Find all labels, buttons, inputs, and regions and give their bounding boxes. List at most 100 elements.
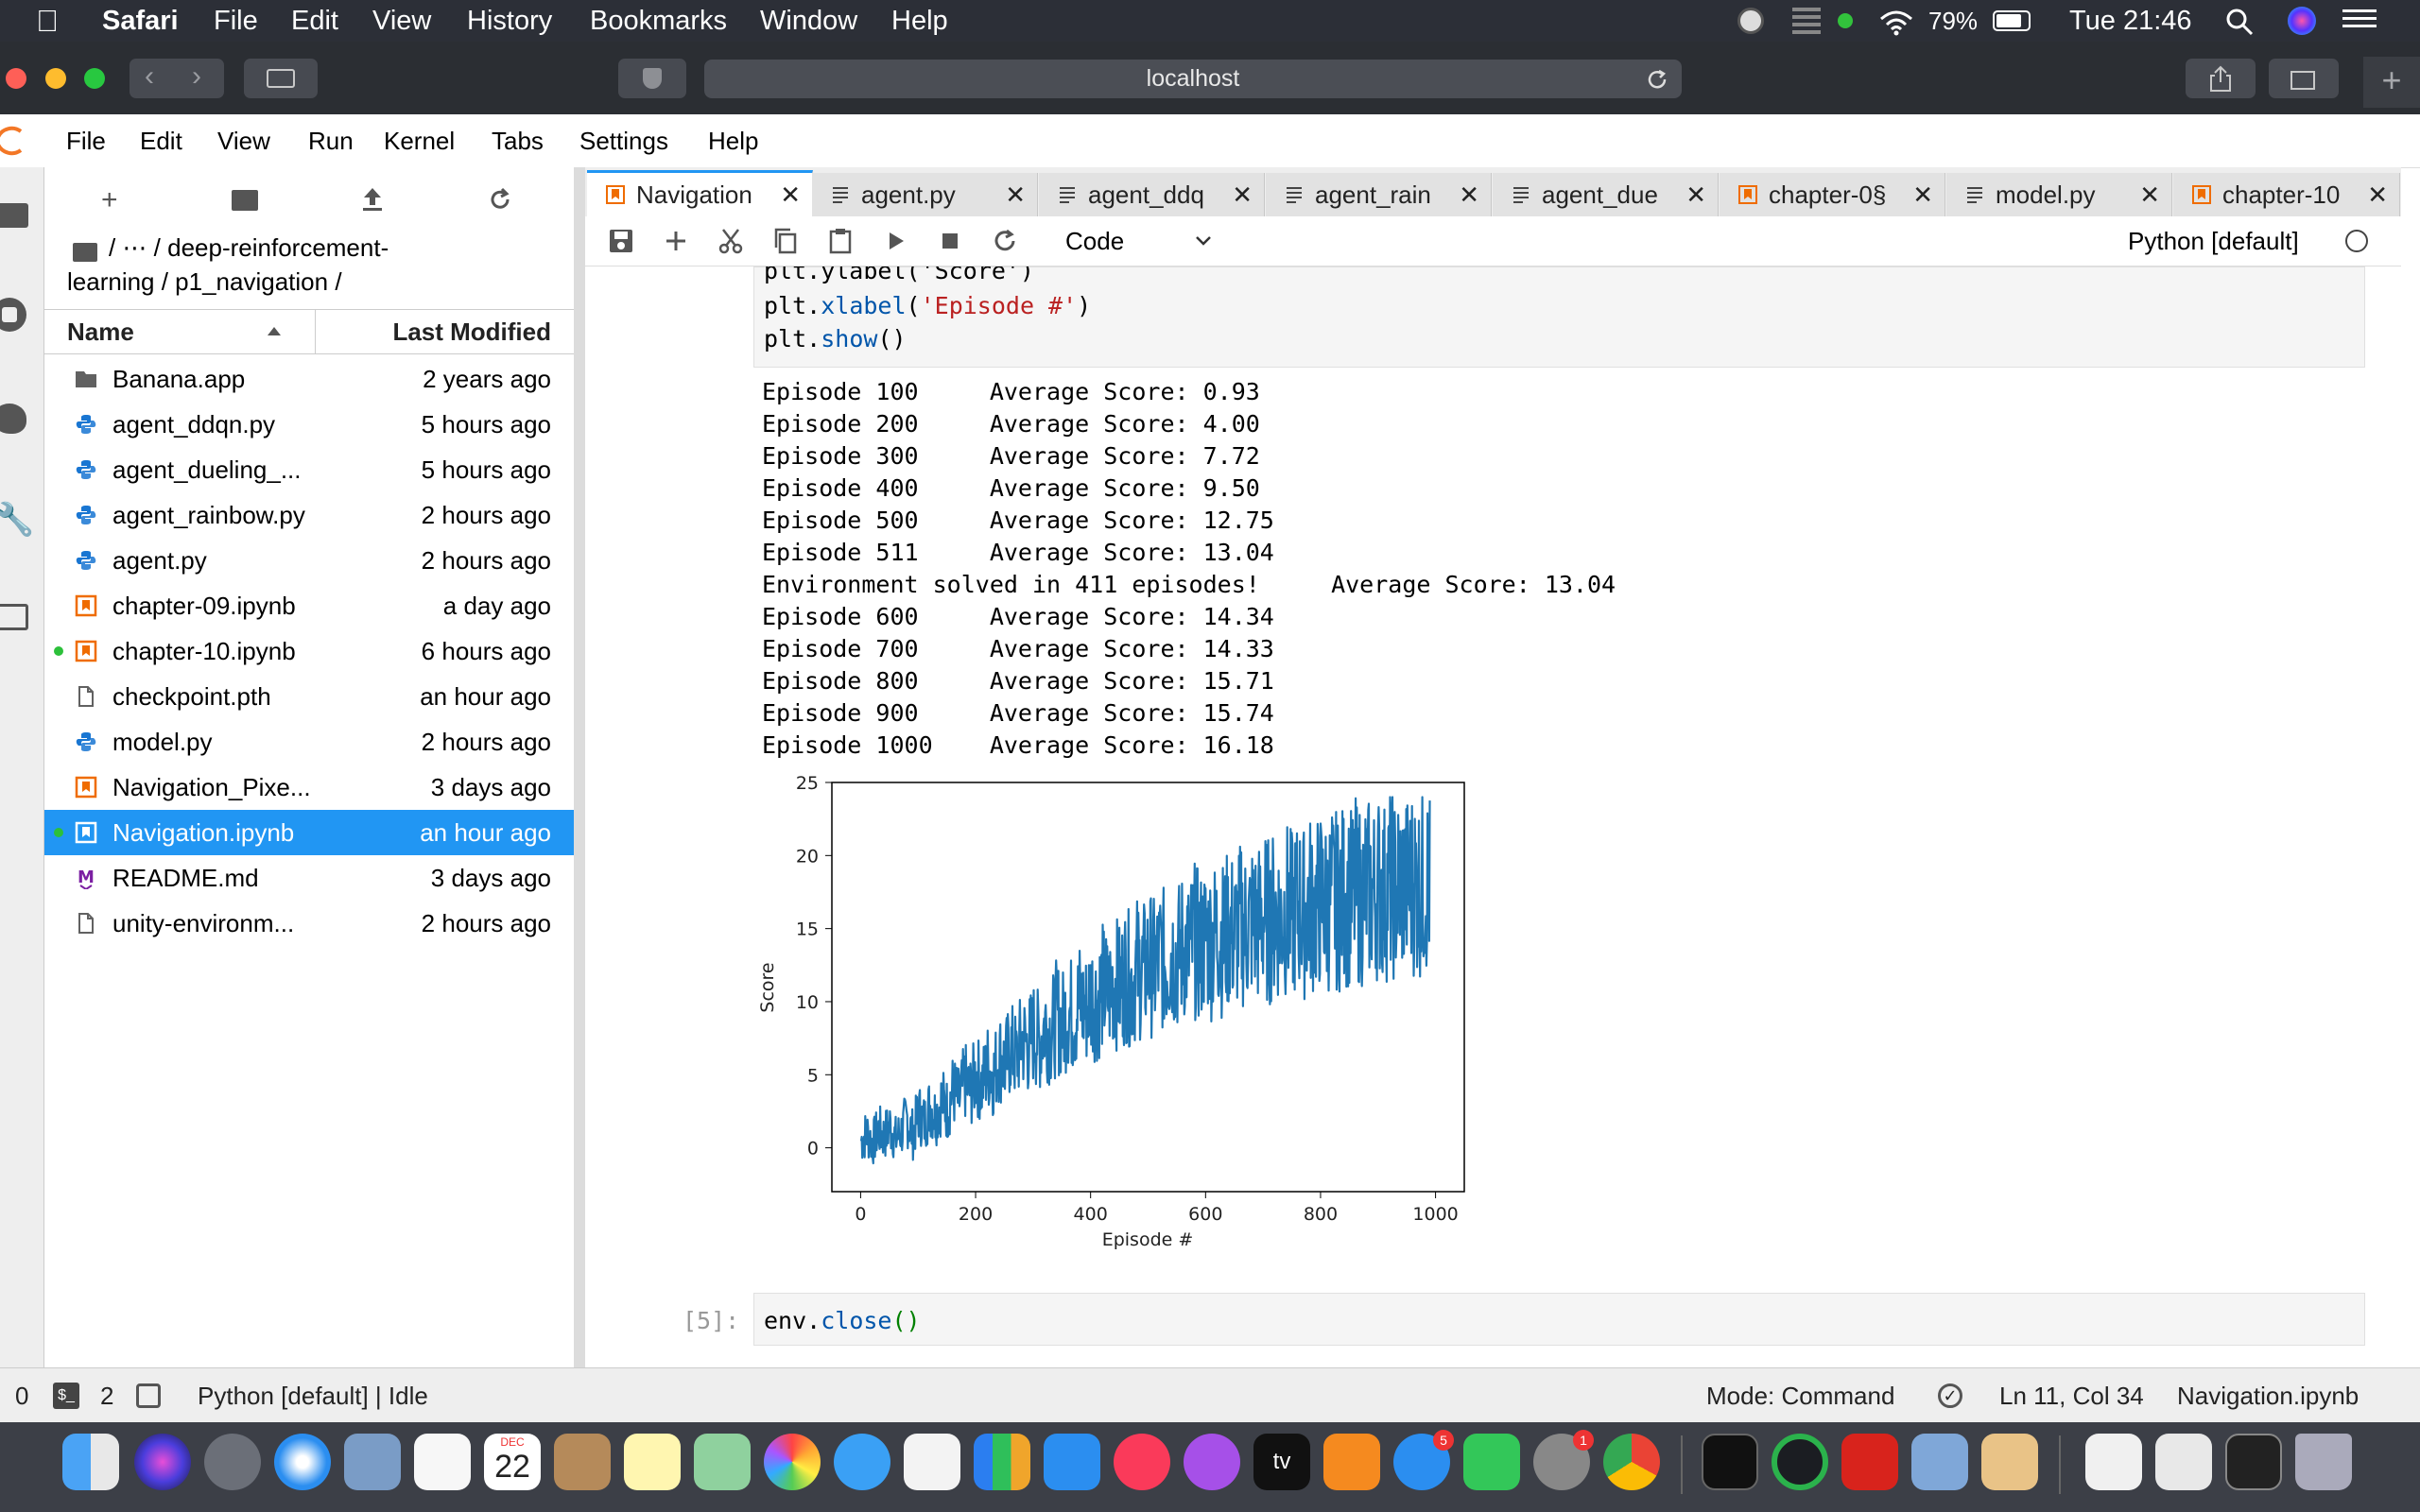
screenshot-icon[interactable] <box>2155 1434 2212 1490</box>
launchpad-icon[interactable] <box>204 1434 261 1490</box>
contacts-icon[interactable] <box>554 1434 611 1490</box>
modified-column-header[interactable]: Last Modified <box>392 310 551 353</box>
close-icon[interactable]: ✕ <box>1459 173 1479 216</box>
music-icon[interactable] <box>1114 1434 1170 1490</box>
installer-icon[interactable] <box>1981 1434 2038 1490</box>
pdf-document-icon[interactable] <box>2085 1434 2142 1490</box>
folder-tab-icon[interactable] <box>0 203 28 228</box>
chevron-down-icon[interactable] <box>1194 233 1213 249</box>
tab-2[interactable]: agent_ddq ✕ <box>1039 173 1265 216</box>
app-menu[interactable]: Safari <box>102 0 179 42</box>
file-row[interactable]: chapter-09.ipynb a day ago <box>44 583 574 628</box>
jmenu-help[interactable]: Help <box>708 114 758 167</box>
stop-kernel-icon[interactable] <box>935 226 965 256</box>
file-row[interactable]: agent.py 2 hours ago <box>44 538 574 583</box>
siri-dock-icon[interactable] <box>134 1434 191 1490</box>
menu-extra-icon[interactable] <box>1792 8 1821 34</box>
app-store-icon[interactable]: 5 <box>1393 1430 1454 1490</box>
file-row[interactable]: Navigation.ipynb an hour ago <box>44 810 574 855</box>
open-tabs-icon[interactable] <box>0 604 28 630</box>
new-tab-button[interactable]: + <box>2363 57 2420 108</box>
file-row[interactable]: M README.md 3 days ago <box>44 855 574 901</box>
preview-bird-icon[interactable] <box>344 1434 401 1490</box>
menu-help[interactable]: Help <box>891 0 948 42</box>
name-column-header[interactable]: Name <box>67 310 134 353</box>
new-launcher-button[interactable]: + <box>101 184 118 216</box>
close-window-button[interactable] <box>6 68 26 89</box>
apple-menu-icon[interactable]:  <box>36 0 59 42</box>
breadcrumb-line-1[interactable]: / ⋯ / deep-reinforcement- <box>109 233 389 263</box>
clock[interactable]: Tue 21:46 <box>2069 0 2192 42</box>
reminders-icon[interactable] <box>414 1434 471 1490</box>
finder-icon[interactable] <box>62 1434 119 1490</box>
paste-icon[interactable] <box>825 226 856 256</box>
trash-icon[interactable] <box>2295 1434 2352 1490</box>
terminal-icon[interactable]: $_ <box>53 1383 79 1409</box>
close-icon[interactable]: ✕ <box>1912 173 1933 216</box>
file-row[interactable]: unity-environm... 2 hours ago <box>44 901 574 946</box>
calendar-icon[interactable]: DEC 22 <box>484 1434 541 1490</box>
file-row[interactable]: model.py 2 hours ago <box>44 719 574 765</box>
status-filename[interactable]: Navigation.ipynb <box>2177 1368 2359 1423</box>
tab-4[interactable]: agent_due ✕ <box>1493 173 1719 216</box>
jmenu-settings[interactable]: Settings <box>579 114 668 167</box>
spotlight-search-icon[interactable] <box>2225 8 2254 36</box>
upload-icon[interactable] <box>360 186 385 213</box>
jmenu-run[interactable]: Run <box>308 114 354 167</box>
siri-icon[interactable] <box>2288 7 2316 35</box>
close-icon[interactable]: ✕ <box>780 173 801 216</box>
file-row[interactable]: chapter-10.ipynb 6 hours ago <box>44 628 574 674</box>
file-row[interactable]: Banana.app 2 years ago <box>44 356 574 402</box>
podcasts-icon[interactable] <box>1184 1434 1240 1490</box>
cursor-position[interactable]: Ln 11, Col 34 <box>1999 1368 2144 1423</box>
acrobat-icon[interactable] <box>1841 1434 1898 1490</box>
kernel-name[interactable]: Python [default] <box>2128 216 2299 266</box>
zoom-window-button[interactable] <box>84 68 105 89</box>
menu-history[interactable]: History <box>467 0 552 42</box>
cut-icon[interactable] <box>716 226 746 256</box>
cell-type-select[interactable]: Code <box>1065 216 1124 266</box>
share-button[interactable] <box>2186 59 2256 98</box>
close-icon[interactable]: ✕ <box>1685 173 1706 216</box>
numbers-icon[interactable] <box>974 1434 1030 1490</box>
safari-dock-icon[interactable] <box>274 1434 331 1490</box>
running-kernels-icon[interactable] <box>0 298 26 332</box>
restart-kernel-icon[interactable] <box>990 226 1020 256</box>
battery-icon[interactable] <box>1993 10 2031 31</box>
refresh-icon[interactable] <box>487 186 513 213</box>
notes-icon[interactable] <box>624 1434 681 1490</box>
menu-file[interactable]: File <box>214 0 258 42</box>
screen-record-icon[interactable] <box>1737 8 1764 34</box>
back-icon[interactable]: ‹ <box>145 60 154 93</box>
wifi-icon[interactable] <box>1877 8 1915 36</box>
tab-5[interactable]: chapter-0§ ✕ <box>1720 173 1945 216</box>
sidebar-toggle-button[interactable] <box>244 59 318 98</box>
jmenu-view[interactable]: View <box>217 114 270 167</box>
apple-tv-icon[interactable]: tv <box>1253 1434 1310 1490</box>
file-row[interactable]: agent_dueling_... 5 hours ago <box>44 447 574 492</box>
breadcrumb-folder-icon[interactable] <box>73 243 97 262</box>
terminal-dock-icon[interactable] <box>1702 1434 1758 1490</box>
menu-view[interactable]: View <box>372 0 431 42</box>
activity-ring-icon[interactable] <box>1772 1434 1828 1490</box>
kernel-status[interactable]: Python [default] | Idle <box>198 1368 428 1423</box>
maps-icon[interactable] <box>694 1434 751 1490</box>
copy-icon[interactable] <box>770 226 801 256</box>
tab-0[interactable]: Navigation ✕ <box>587 170 813 220</box>
jmenu-file[interactable]: File <box>66 114 106 167</box>
panel-splitter[interactable] <box>574 167 585 1367</box>
address-bar[interactable]: localhost <box>704 60 1682 98</box>
terminal-count[interactable]: 2 <box>100 1368 113 1423</box>
minimize-window-button[interactable] <box>45 68 66 89</box>
menu-bookmarks[interactable]: Bookmarks <box>590 0 727 42</box>
jmenu-edit[interactable]: Edit <box>140 114 182 167</box>
close-icon[interactable]: ✕ <box>1232 173 1253 216</box>
keynote-icon[interactable] <box>1044 1434 1100 1490</box>
close-icon[interactable]: ✕ <box>2139 173 2160 216</box>
save-icon[interactable] <box>606 226 636 256</box>
menu-edit[interactable]: Edit <box>291 0 338 42</box>
kernel-chip-icon[interactable] <box>136 1383 161 1408</box>
tab-3[interactable]: agent_rain ✕ <box>1266 173 1492 216</box>
forward-icon[interactable]: › <box>192 60 201 93</box>
chrome-icon[interactable] <box>1603 1434 1660 1490</box>
